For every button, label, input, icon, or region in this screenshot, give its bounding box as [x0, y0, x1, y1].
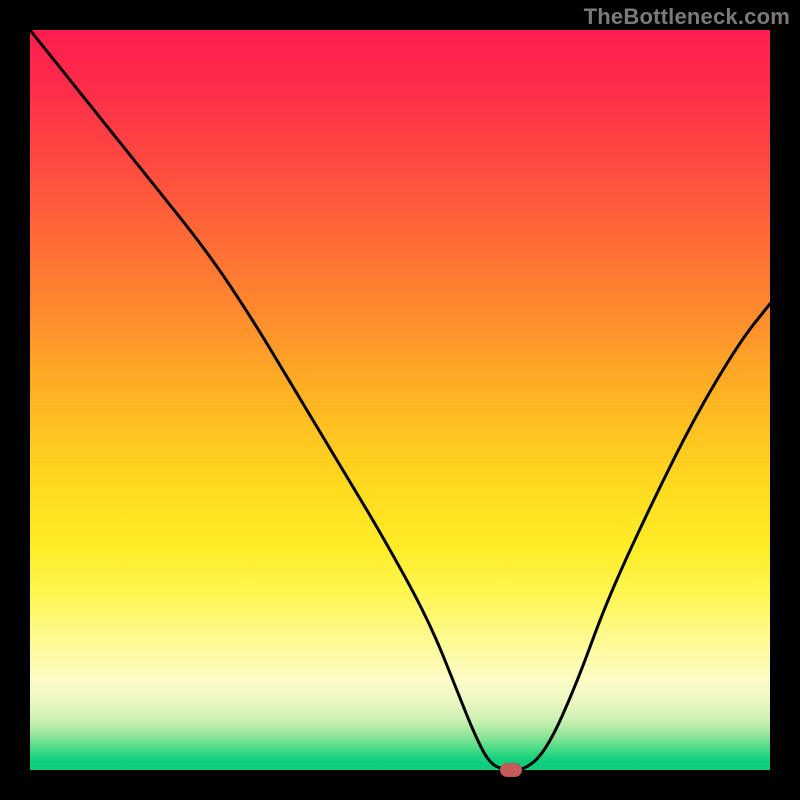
- chart-frame: TheBottleneck.com: [0, 0, 800, 800]
- optimal-marker: [500, 763, 522, 777]
- bottleneck-curve: [30, 30, 770, 770]
- watermark-text: TheBottleneck.com: [584, 4, 790, 30]
- curve-layer: [30, 30, 770, 770]
- plot-area: [30, 30, 770, 770]
